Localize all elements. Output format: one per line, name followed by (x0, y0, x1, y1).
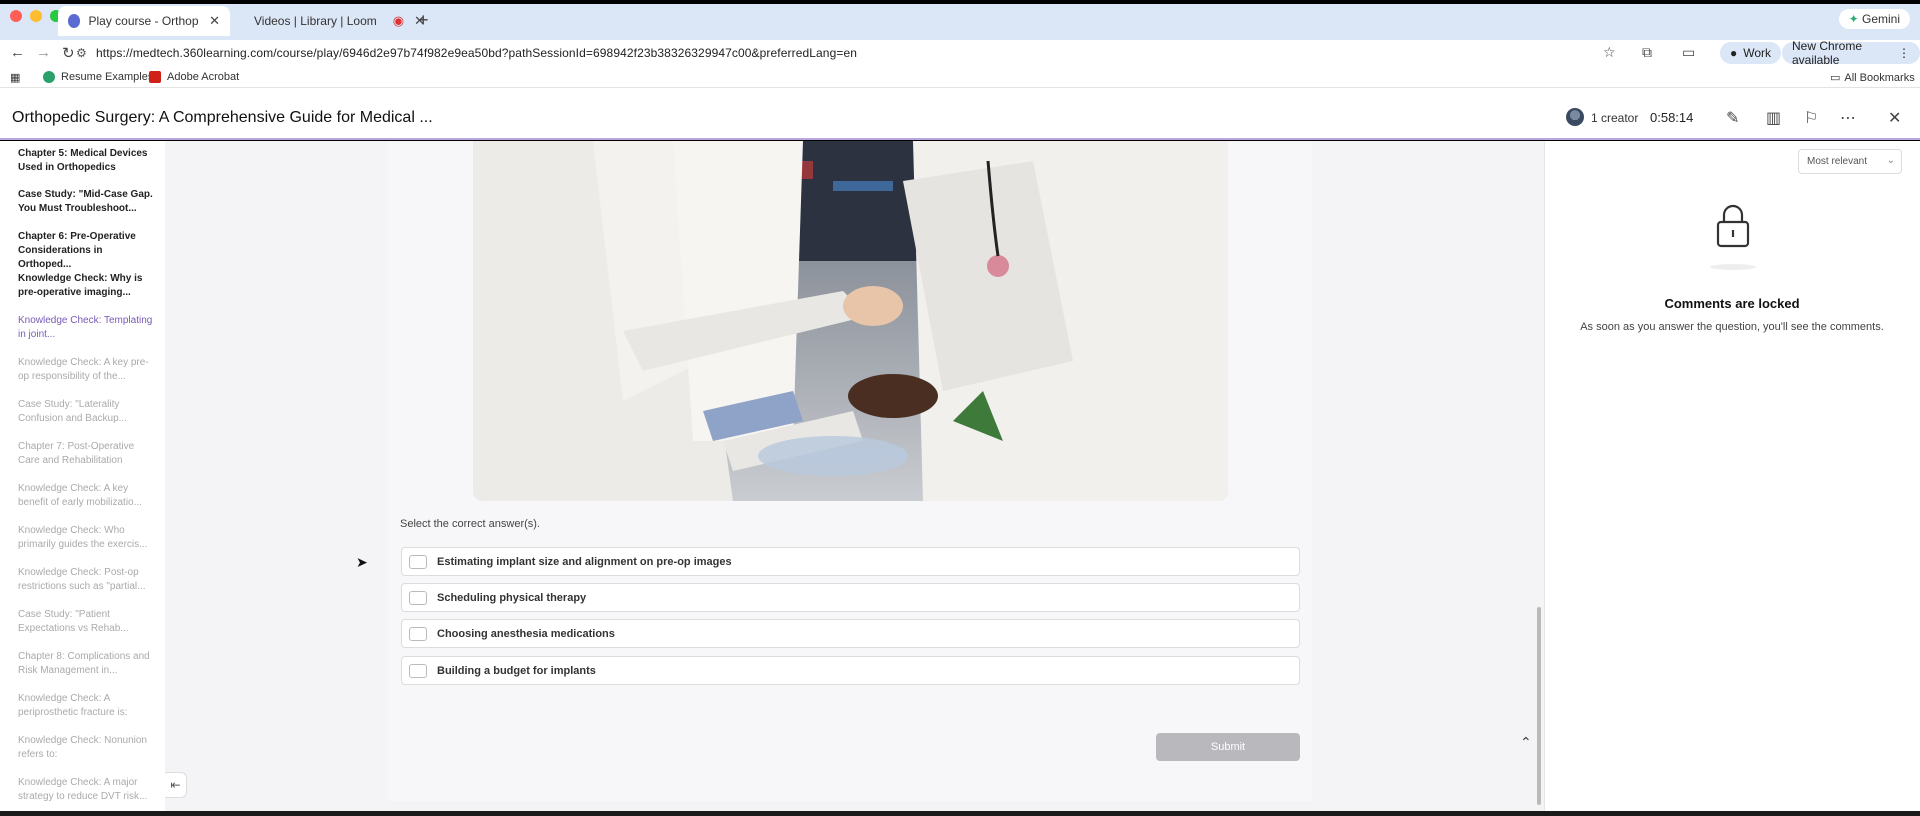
sidebar-item-chapter-6[interactable]: Chapter 6: Pre-Operative Considerations … (18, 230, 153, 272)
more-vert-icon: ⋮ (1898, 46, 1910, 60)
close-window-button[interactable] (10, 10, 22, 22)
submit-button[interactable]: Submit (1156, 733, 1300, 761)
comments-sort-select[interactable]: Most relevant ⌄ (1798, 149, 1902, 174)
url-field[interactable]: https://medtech.360learning.com/course/p… (96, 46, 857, 60)
scrollbar-thumb[interactable] (1537, 607, 1541, 805)
sidebar-item-kc-templating[interactable]: Knowledge Check: Templating in joint... (18, 314, 153, 342)
answer-option[interactable]: Estimating implant size and alignment on… (401, 547, 1300, 576)
profile-button[interactable]: ● Work (1720, 42, 1782, 64)
stats-icon[interactable]: ▥ (1766, 108, 1781, 128)
question-image (473, 141, 1228, 501)
collapse-panel-icon: ⇤ (170, 778, 181, 792)
sidebar-item-case-study-laterality: Case Study: "Laterality Confusion and Ba… (18, 399, 127, 424)
resume-favicon-icon (43, 71, 55, 83)
sidebar-item-chapter-8: Chapter 8: Complications and Risk Manage… (18, 651, 150, 676)
sidebar-item-kc-restrictions: Knowledge Check: Post-op restrictions su… (18, 567, 146, 592)
close-course-icon[interactable]: ✕ (1888, 108, 1901, 128)
recording-icon: ◉ (392, 13, 405, 28)
lock-icon (1715, 204, 1751, 253)
more-options-icon[interactable]: ⋯ (1840, 108, 1856, 128)
profile-label: Work (1743, 46, 1772, 60)
new-tab-button[interactable]: + (418, 10, 429, 31)
question-prompt: Select the correct answer(s). (400, 518, 540, 530)
back-arrow-icon[interactable]: ← (10, 44, 25, 61)
creators-label[interactable]: 1 creator (1591, 111, 1638, 125)
bookmark-adobe-acrobat[interactable]: Adobe Acrobat (149, 71, 239, 83)
answer-label: Choosing anesthesia medications (437, 627, 615, 640)
profile-avatar-icon: ● (1730, 46, 1738, 60)
site-settings-icon[interactable]: ⚙ (76, 46, 87, 60)
forward-arrow-icon[interactable]: → (36, 44, 51, 61)
mouse-cursor-icon: ➤ (356, 554, 368, 570)
course-timer: 0:58:14 (1650, 110, 1694, 125)
lock-shadow (1710, 264, 1756, 270)
sidebar-item-kc-periprosthetic: Knowledge Check: A periprosthetic fractu… (18, 693, 128, 718)
answer-label: Estimating implant size and alignment on… (437, 555, 732, 568)
tab-title: Play course - Orthopedic Sur (88, 14, 199, 28)
course-outline-sidebar: Chapter 5: Medical Devices Used in Ortho… (0, 141, 165, 811)
sidebar-item-kc-dvt: Knowledge Check: A major strategy to red… (18, 777, 148, 802)
tab-title: Videos | Library | Loom (254, 14, 377, 28)
edit-pencil-icon[interactable]: ✎ (1726, 108, 1739, 128)
scroll-to-top-icon[interactable]: ⌃ (1520, 734, 1532, 751)
answer-option[interactable]: Building a budget for implants (401, 656, 1300, 685)
acrobat-favicon-icon (149, 71, 161, 83)
chrome-update-button[interactable]: New Chrome available ⋮ (1782, 39, 1920, 67)
reload-icon[interactable]: ↻ (62, 44, 75, 62)
bookmark-icon[interactable]: ⚐ (1804, 108, 1818, 128)
answer-checkbox[interactable] (409, 554, 427, 569)
answer-option[interactable]: Choosing anesthesia medications (401, 619, 1300, 648)
bookmark-star-icon[interactable]: ☆ (1603, 44, 1616, 61)
creator-avatar (1566, 108, 1584, 126)
sidebar-item-kc-pre-op: Knowledge Check: A key pre-op responsibi… (18, 357, 149, 382)
sidebar-item-kc-mobilization: Knowledge Check: A key benefit of early … (18, 483, 142, 508)
browser-tab-course[interactable]: Play course - Orthopedic Sur ✕ (58, 6, 230, 36)
sort-label: Most relevant (1807, 156, 1868, 167)
all-bookmarks-label: All Bookmarks (1844, 71, 1915, 84)
sidebar-item-kc-exercises: Knowledge Check: Who primarily guides th… (18, 525, 148, 550)
sidebar-item-chapter-5[interactable]: Chapter 5: Medical Devices Used in Ortho… (18, 147, 153, 175)
sidebar-item-chapter-7: Chapter 7: Post-Operative Care and Rehab… (18, 441, 135, 466)
browser-tab-loom[interactable]: Videos | Library | Loom ◉ ✕ (236, 6, 425, 36)
sparkle-icon: ✦ (1848, 12, 1859, 26)
folder-icon: ▭ (1830, 72, 1841, 84)
360learning-favicon-icon (68, 14, 81, 28)
answer-checkbox[interactable] (409, 590, 427, 605)
close-tab-icon[interactable]: ✕ (209, 13, 220, 29)
bookmark-label: Adobe Acrobat (167, 71, 240, 83)
sidebar-item-case-study-gap[interactable]: Case Study: "Mid-Case Gap. You Must Trou… (18, 188, 153, 216)
all-bookmarks-button[interactable]: ▭ All Bookmarks (1830, 71, 1915, 85)
collapse-sidebar-button[interactable]: ⇤ (165, 772, 187, 798)
sidebar-item-kc-imaging[interactable]: Knowledge Check: Why is pre-operative im… (18, 272, 153, 300)
minimize-window-button[interactable] (30, 10, 42, 22)
bookmark-label: Resume Examples (61, 71, 154, 83)
update-label: New Chrome available (1792, 39, 1863, 67)
comments-locked-title: Comments are locked (1664, 296, 1800, 311)
gemini-button[interactable]: ✦ Gemini (1838, 9, 1910, 29)
answer-checkbox[interactable] (409, 663, 427, 678)
bookmarks-bar (0, 66, 1920, 88)
cast-icon[interactable]: ▭ (1682, 44, 1695, 61)
apps-grid-icon[interactable]: ▦ (10, 71, 20, 84)
course-title: Orthopedic Surgery: A Comprehensive Guid… (12, 109, 433, 126)
answer-label: Building a budget for implants (437, 664, 596, 677)
window-controls[interactable] (10, 10, 62, 22)
screen-bottom-strip (0, 811, 1920, 816)
bookmark-resume-examples[interactable]: Resume Examples (43, 71, 153, 83)
answer-label: Scheduling physical therapy (437, 591, 587, 604)
answer-option[interactable]: Scheduling physical therapy (401, 583, 1300, 612)
sidebar-item-kc-nonunion: Knowledge Check: Nonunion refers to: (18, 735, 147, 760)
chevron-down-icon: ⌄ (1886, 155, 1895, 166)
sidebar-item-case-study-expectations: Case Study: "Patient Expectations vs Reh… (18, 609, 129, 634)
answer-checkbox[interactable] (409, 626, 427, 641)
extensions-icon[interactable]: ⧉ (1642, 44, 1652, 61)
comments-locked-subtitle: As soon as you answer the question, you'… (1580, 321, 1884, 333)
gemini-label: Gemini (1861, 12, 1900, 26)
